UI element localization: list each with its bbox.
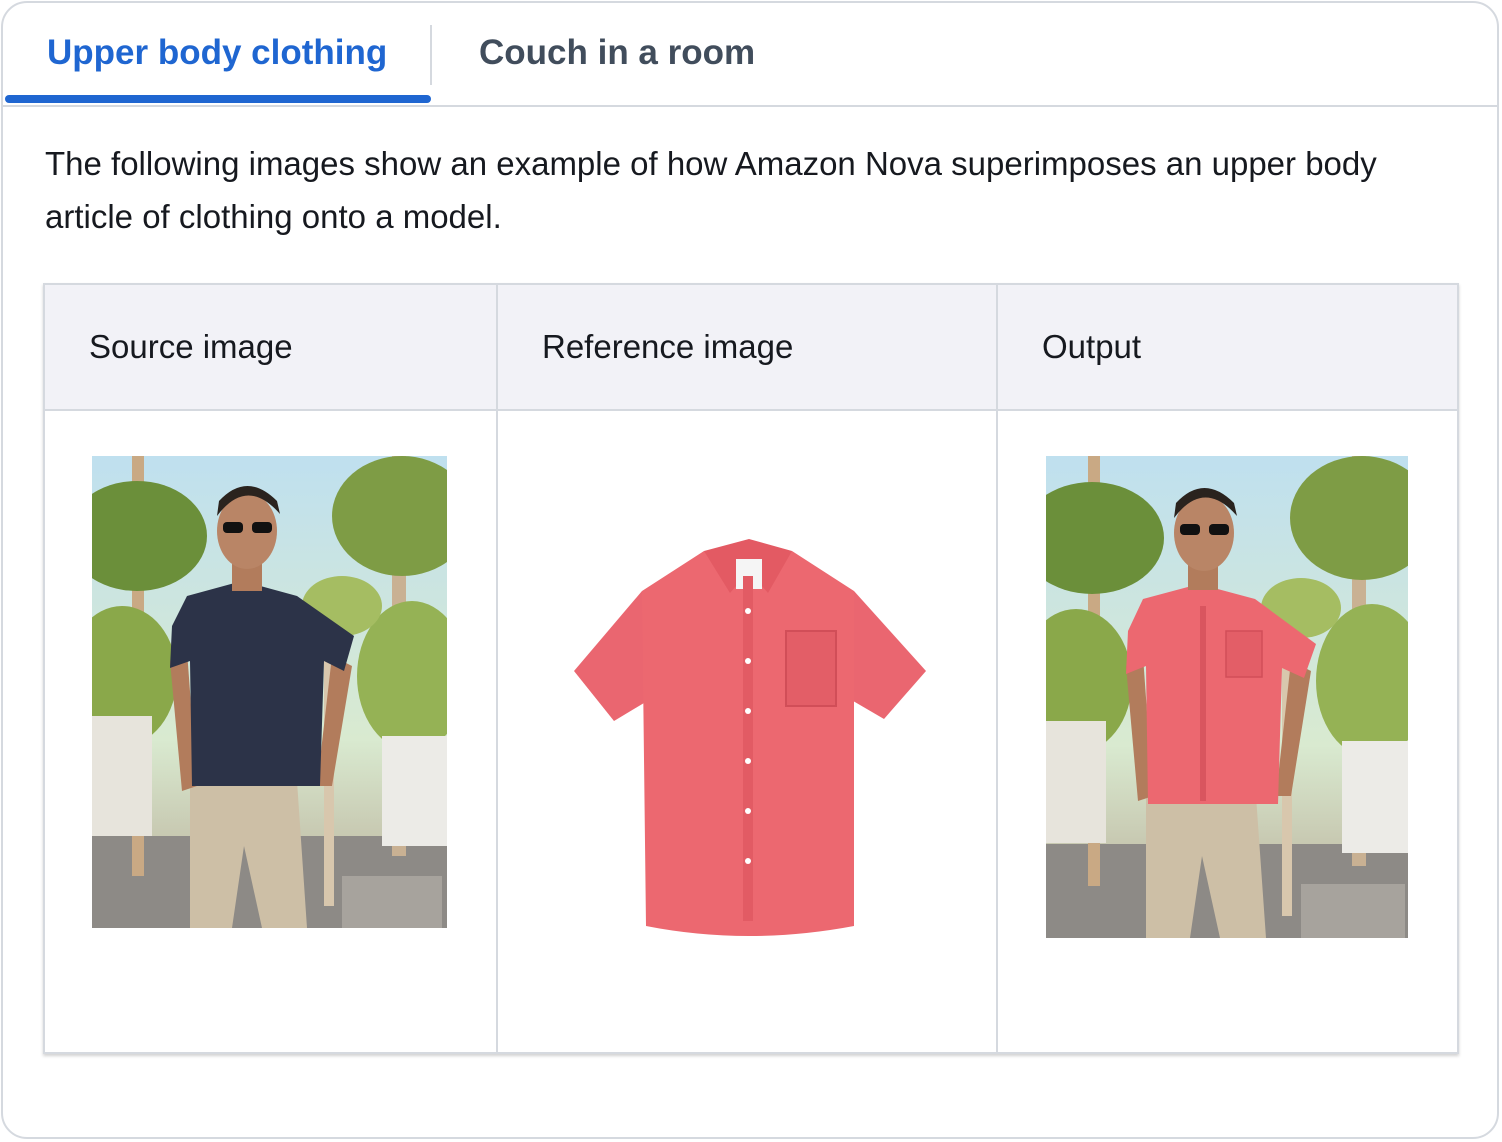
- tab-couch-in-a-room[interactable]: Couch in a room: [479, 3, 755, 103]
- tab-upper-body-clothing[interactable]: Upper body clothing: [47, 3, 387, 103]
- reference-image-cell: [496, 409, 998, 1054]
- output-image: [1046, 456, 1408, 938]
- output-image-cell: [996, 409, 1459, 1054]
- source-image: [92, 456, 447, 928]
- active-tab-indicator: [5, 95, 431, 103]
- column-header-reference: Reference image: [496, 283, 998, 411]
- tab-divider: [430, 25, 432, 85]
- content-panel: Upper body clothing Couch in a room The …: [1, 1, 1499, 1139]
- comparison-table: Source image Reference image Output: [43, 283, 1459, 1054]
- column-header-output: Output: [996, 283, 1459, 411]
- description-text: The following images show an example of …: [45, 145, 1377, 235]
- source-image-cell: [43, 409, 498, 1054]
- reference-image: [554, 531, 942, 941]
- column-header-source: Source image: [43, 283, 498, 411]
- table-row: [43, 409, 1459, 1054]
- table-header-row: Source image Reference image Output: [43, 283, 1459, 411]
- tab-bar: Upper body clothing Couch in a room: [3, 3, 1497, 107]
